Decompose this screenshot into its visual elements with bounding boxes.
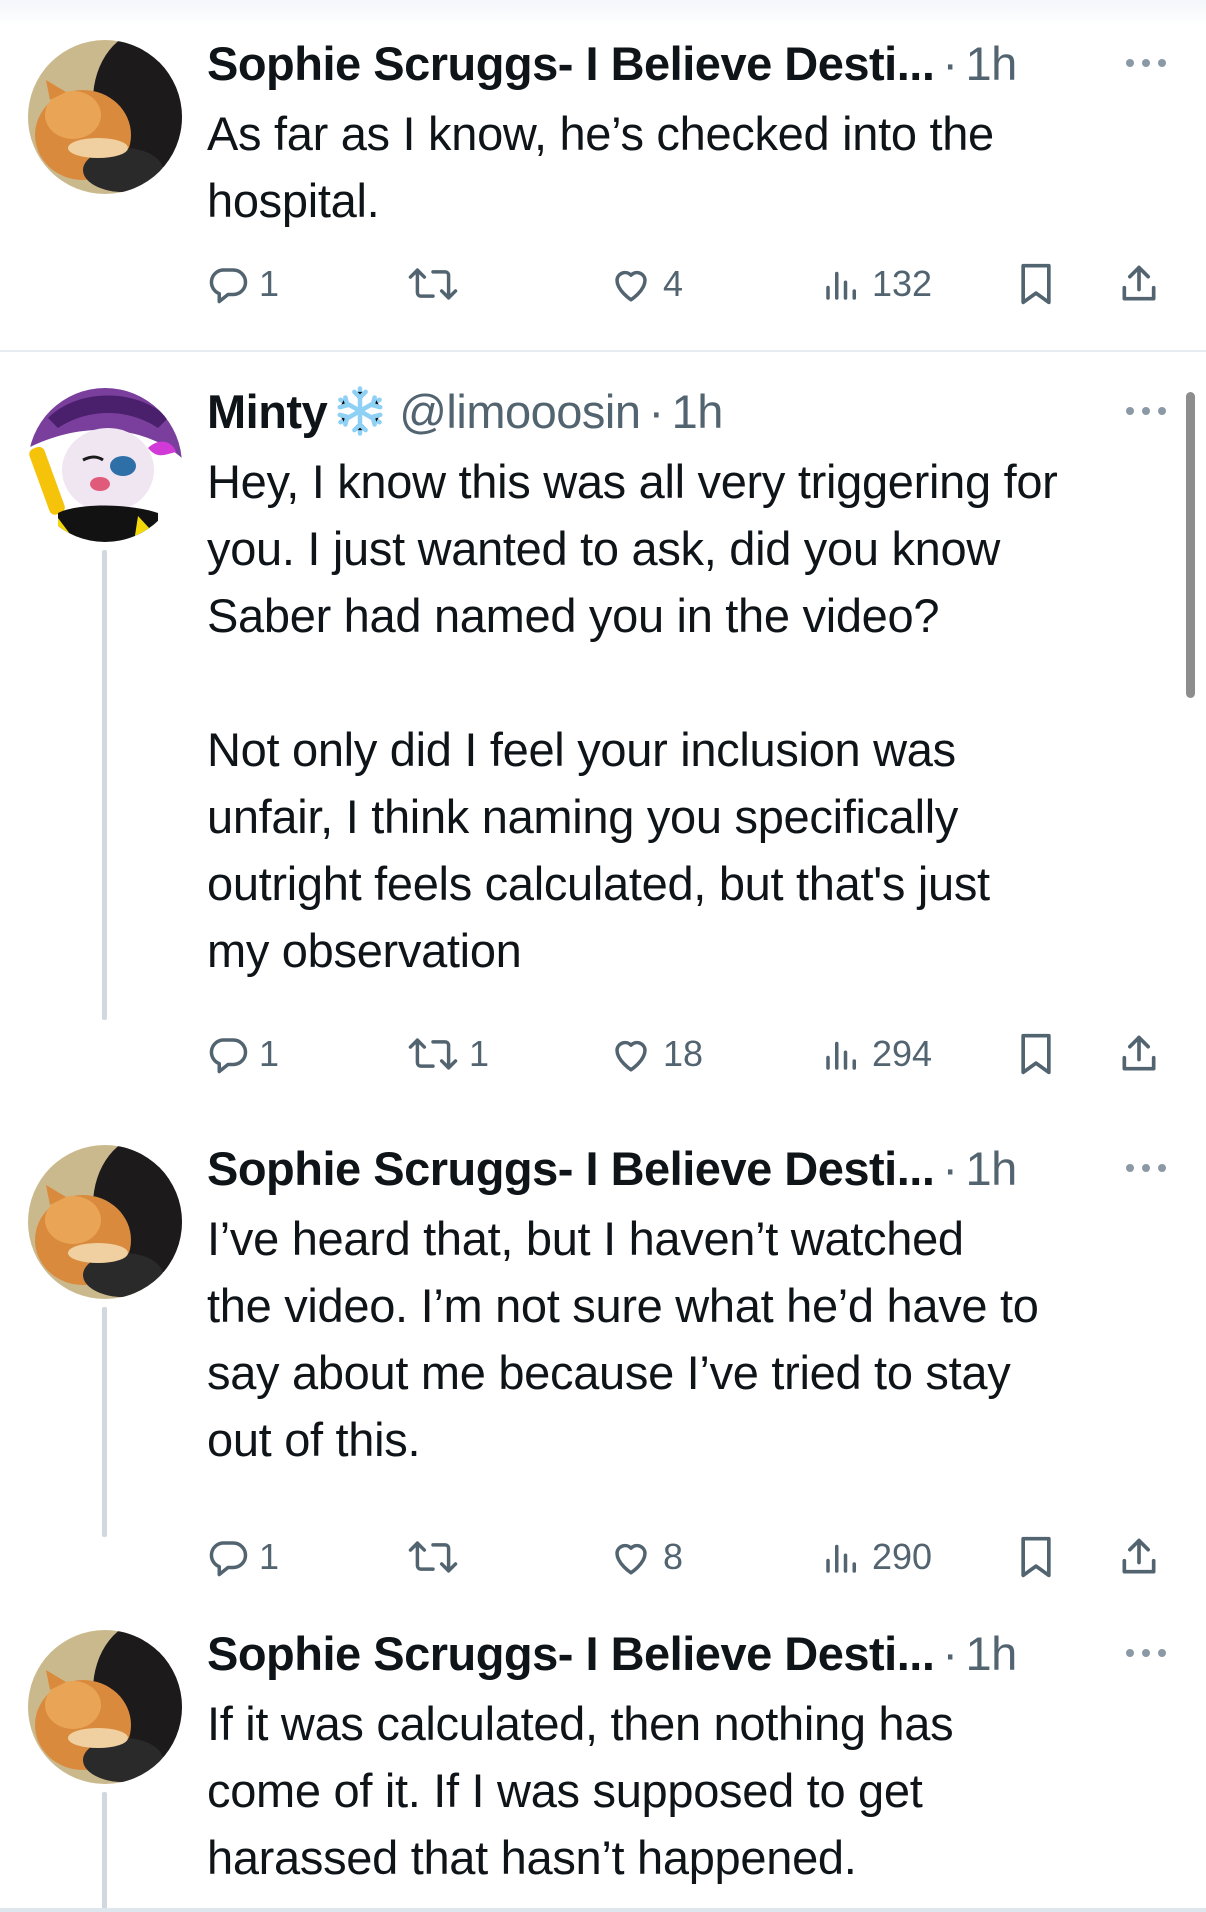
timestamp[interactable]: 1h (966, 1141, 1018, 1196)
cat-avatar-image (28, 1145, 182, 1299)
action-bar: 1 4 132 (207, 254, 1177, 314)
tweet-header: Sophie Scruggs- I Believe Desti... · 1h (207, 33, 1166, 93)
retweet-icon (408, 1541, 458, 1573)
share-icon (1122, 265, 1156, 301)
more-icon[interactable] (1126, 407, 1166, 415)
tweet-1[interactable]: Sophie Scruggs- I Believe Desti... · 1h … (0, 0, 1206, 346)
tweet-text: As far as I know, he’s checked into the … (207, 107, 994, 227)
views-count: 290 (872, 1536, 933, 1577)
tweet-header: Minty @limooosin · 1h (207, 381, 1166, 441)
reply-count: 1 (259, 263, 280, 304)
thread-line (102, 1792, 107, 1912)
retweet-button[interactable] (407, 1527, 469, 1587)
heart-icon (615, 1040, 647, 1072)
separator-dot: · (942, 1626, 958, 1680)
more-icon[interactable] (1126, 59, 1166, 67)
avatar[interactable] (28, 1145, 182, 1299)
retweet-icon (408, 1038, 458, 1070)
views-icon (826, 1041, 856, 1070)
reply-button[interactable]: 1 (207, 1527, 279, 1587)
tweet-2[interactable]: Minty @limooosin · 1h Hey, I know this w… (0, 352, 1206, 1092)
views-button[interactable]: 132 (822, 254, 932, 314)
reply-icon (209, 1541, 248, 1577)
avatar[interactable] (28, 388, 182, 542)
cartoon-avatar-image (28, 388, 182, 542)
bookmark-icon (1021, 1033, 1051, 1075)
scrollbar[interactable] (1186, 392, 1195, 698)
display-name[interactable]: Sophie Scruggs- I Believe Desti... (207, 1141, 935, 1196)
retweet-button[interactable]: 1 (407, 1024, 489, 1084)
retweet-count: 1 (469, 1033, 490, 1074)
like-count: 8 (663, 1536, 684, 1577)
separator-dot: · (942, 1141, 958, 1195)
separator-dot: · (942, 36, 958, 90)
more-icon[interactable] (1126, 1649, 1166, 1657)
reply-count: 1 (259, 1033, 280, 1074)
timestamp[interactable]: 1h (672, 384, 724, 439)
views-icon (826, 1544, 856, 1573)
display-name[interactable]: Sophie Scruggs- I Believe Desti... (207, 36, 935, 91)
reply-count: 1 (259, 1536, 280, 1577)
tweet-text: I’ve heard that, but I haven’t watched t… (207, 1212, 1039, 1466)
display-name[interactable]: Minty (207, 384, 328, 439)
heart-icon (615, 1543, 647, 1575)
timestamp[interactable]: 1h (966, 1626, 1018, 1681)
share-icon (1122, 1538, 1156, 1574)
display-name[interactable]: Sophie Scruggs- I Believe Desti... (207, 1626, 935, 1681)
tweet-3[interactable]: Sophie Scruggs- I Believe Desti... · 1h … (0, 1130, 1206, 1610)
retweet-icon (408, 268, 458, 300)
timestamp[interactable]: 1h (966, 36, 1018, 91)
cat-avatar-image (28, 40, 182, 194)
separator-dot: · (648, 384, 664, 438)
snowflake-icon (333, 384, 387, 438)
tweet-text: If it was calculated, then nothing has c… (207, 1697, 954, 1884)
reply-button[interactable]: 1 (207, 254, 279, 314)
action-bar: 1 8 290 (207, 1527, 1177, 1587)
tweet-header: Sophie Scruggs- I Believe Desti... · 1h (207, 1138, 1166, 1198)
bookmark-icon (1021, 263, 1051, 305)
cat-avatar-image (28, 1630, 182, 1784)
avatar[interactable] (28, 40, 182, 194)
reply-button[interactable]: 1 (207, 1024, 279, 1084)
bookmark-button[interactable] (1017, 1527, 1055, 1587)
more-icon[interactable] (1126, 1164, 1166, 1172)
views-count: 294 (872, 1033, 933, 1074)
like-count: 18 (663, 1033, 704, 1074)
bookmark-button[interactable] (1017, 254, 1055, 314)
share-button[interactable] (1117, 1024, 1161, 1084)
tweet-4[interactable]: Sophie Scruggs- I Believe Desti... · 1h … (0, 1616, 1206, 1912)
tweet-text: Hey, I know this was all very triggering… (207, 455, 1058, 977)
views-button[interactable]: 290 (822, 1527, 932, 1587)
thread-line (102, 1307, 107, 1537)
bookmark-icon (1021, 1536, 1051, 1578)
like-count: 4 (663, 263, 684, 304)
thread-line (102, 550, 107, 1020)
heart-icon (615, 270, 647, 302)
bottom-divider (0, 1908, 1206, 1912)
views-count: 132 (872, 263, 933, 304)
share-button[interactable] (1117, 254, 1161, 314)
like-button[interactable]: 4 (609, 254, 683, 314)
reply-icon (209, 1038, 248, 1074)
share-icon (1122, 1035, 1156, 1071)
retweet-button[interactable] (407, 254, 469, 314)
views-button[interactable]: 294 (822, 1024, 932, 1084)
like-button[interactable]: 18 (609, 1024, 703, 1084)
bookmark-button[interactable] (1017, 1024, 1055, 1084)
action-bar: 1 1 18 294 (207, 1024, 1177, 1084)
reply-icon (209, 268, 248, 304)
avatar[interactable] (28, 1630, 182, 1784)
tweet-header: Sophie Scruggs- I Believe Desti... · 1h (207, 1623, 1166, 1683)
views-icon (826, 271, 856, 300)
handle[interactable]: @limooosin (399, 384, 641, 439)
like-button[interactable]: 8 (609, 1527, 683, 1587)
share-button[interactable] (1117, 1527, 1161, 1587)
